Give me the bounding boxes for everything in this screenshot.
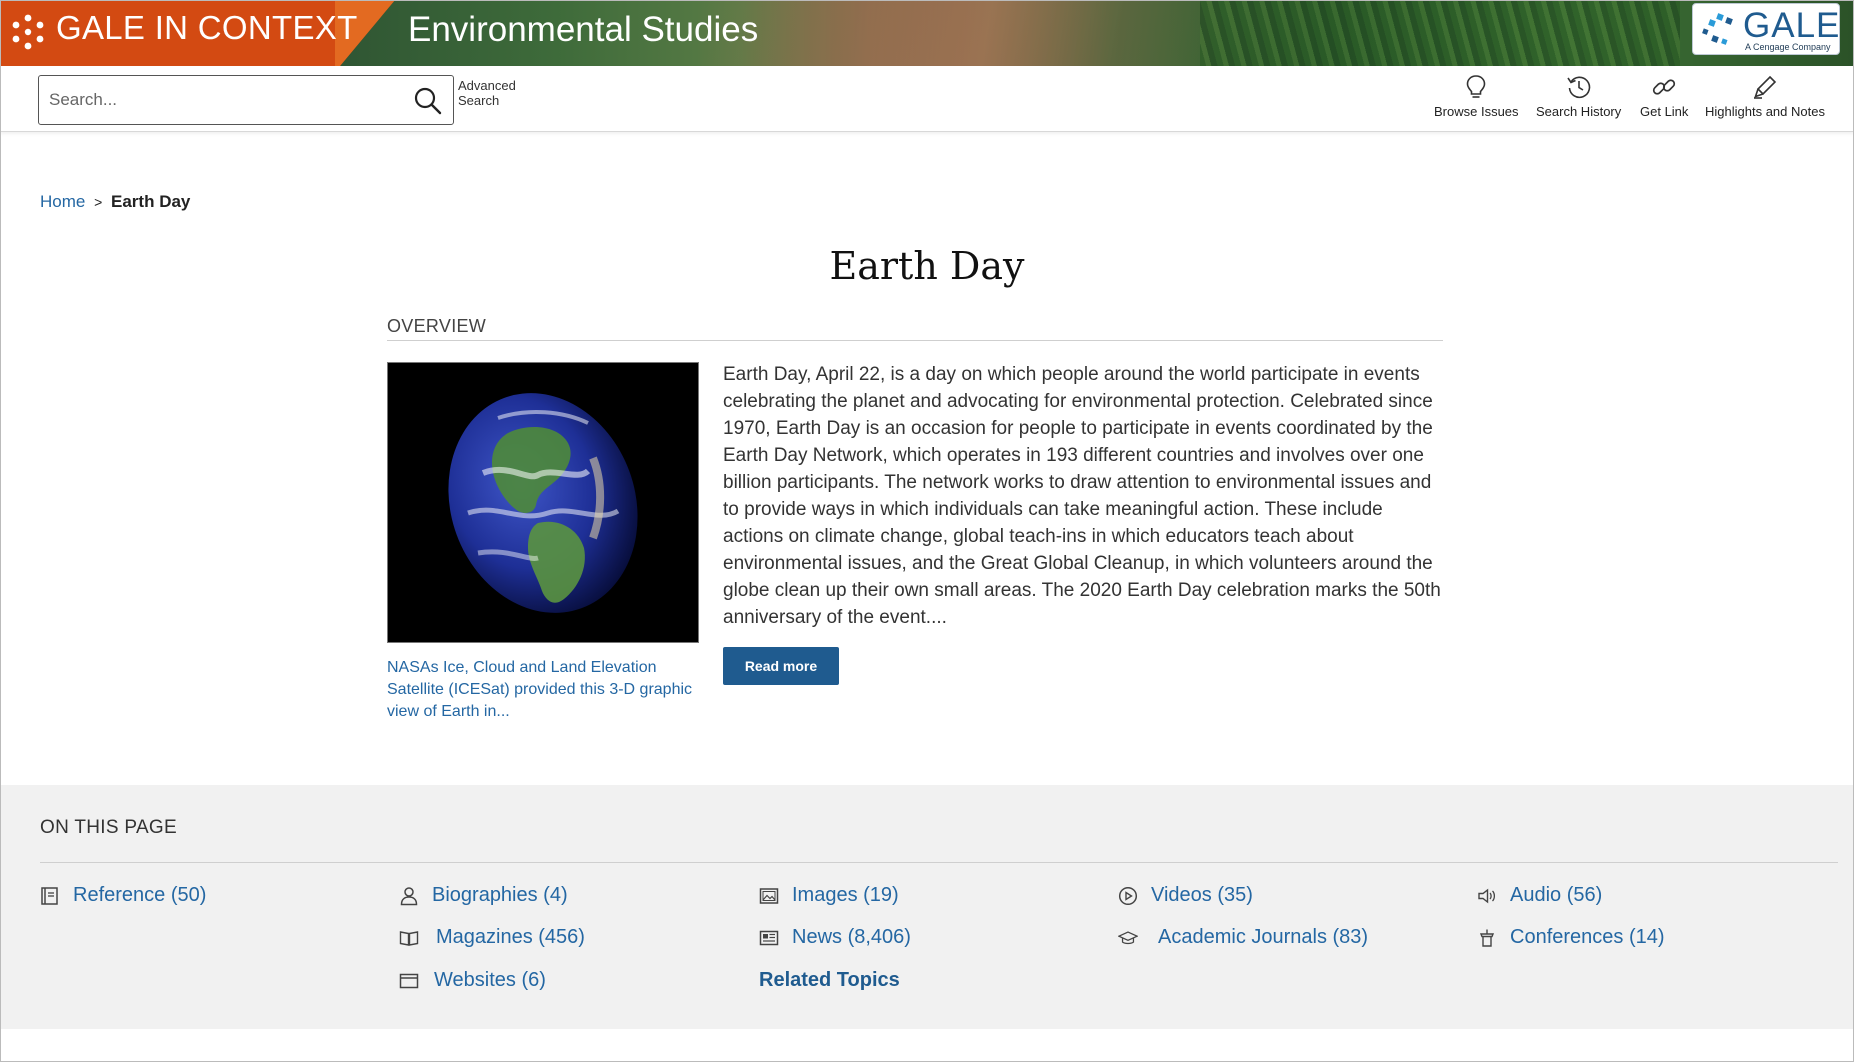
earth-globe-graphic [388, 363, 698, 642]
breadcrumb: Home > Earth Day [40, 192, 190, 212]
speaker-icon [1478, 888, 1496, 904]
lightbulb-icon [1466, 75, 1486, 98]
advanced-search-link[interactable]: Advanced Search [458, 78, 528, 108]
search-box [38, 75, 454, 125]
highlights-notes-button[interactable]: Highlights and Notes [1705, 74, 1825, 119]
on-this-page-section: ON THIS PAGE Reference (50) Biographies … [0, 785, 1854, 1029]
related-topics-link[interactable]: Related Topics [759, 969, 900, 992]
browse-issues-button[interactable]: Browse Issues [1434, 74, 1519, 119]
toolbar: Advanced Search Browse Issues Search His… [0, 66, 1854, 132]
image-caption[interactable]: NASAs Ice, Cloud and Land Elevation Sate… [387, 657, 702, 723]
graduation-cap-icon [1118, 931, 1138, 945]
banner-foliage-background [1200, 0, 1680, 66]
get-link-label: Get Link [1640, 104, 1689, 119]
gale-publisher-logo[interactable]: GALE A Cengage Company [1692, 3, 1840, 55]
on-this-page-divider [40, 862, 1838, 863]
search-history-label: Search History [1536, 104, 1622, 119]
newspaper-icon [759, 930, 779, 946]
highlights-notes-label: Highlights and Notes [1705, 104, 1825, 119]
image-icon [759, 888, 779, 904]
gale-dots-icon [1702, 13, 1733, 45]
highlighter-icon [1753, 75, 1777, 99]
product-name[interactable]: Environmental Studies [408, 10, 758, 50]
search-icon[interactable] [413, 86, 443, 116]
link-icon [1653, 79, 1676, 95]
search-input[interactable] [49, 84, 389, 116]
breadcrumb-separator: > [94, 194, 103, 210]
open-book-icon [399, 931, 419, 946]
person-icon [400, 887, 418, 906]
reference-icon [41, 887, 58, 905]
gale-in-context-logo-icon [12, 14, 44, 50]
page-title: Earth Day [829, 244, 1025, 288]
play-icon [1118, 886, 1138, 906]
on-this-page-heading: ON THIS PAGE [40, 817, 177, 838]
breadcrumb-home-link[interactable]: Home [40, 192, 85, 211]
podium-icon [1479, 929, 1495, 947]
overview-heading: OVERVIEW [387, 316, 487, 336]
breadcrumb-current: Earth Day [111, 192, 191, 211]
brand-name[interactable]: GALE IN CONTEXT [56, 9, 358, 47]
banner-river-background [700, 0, 1220, 66]
gale-tagline: A Cengage Company [1745, 42, 1831, 52]
get-link-button[interactable]: Get Link [1640, 74, 1688, 119]
browse-issues-label: Browse Issues [1434, 104, 1519, 119]
overview-divider [387, 340, 1443, 341]
overview-text: Earth Day, April 22, is a day on which p… [723, 364, 1441, 628]
read-more-button[interactable]: Read more [723, 647, 839, 685]
search-history-button[interactable]: Search History [1536, 74, 1621, 119]
browser-window-icon [399, 973, 419, 989]
earth-image[interactable] [387, 362, 699, 643]
header-banner: GALE IN CONTEXT Environmental Studies GA… [0, 0, 1854, 66]
history-icon [1566, 76, 1590, 99]
gale-wordmark: GALE [1743, 6, 1841, 45]
